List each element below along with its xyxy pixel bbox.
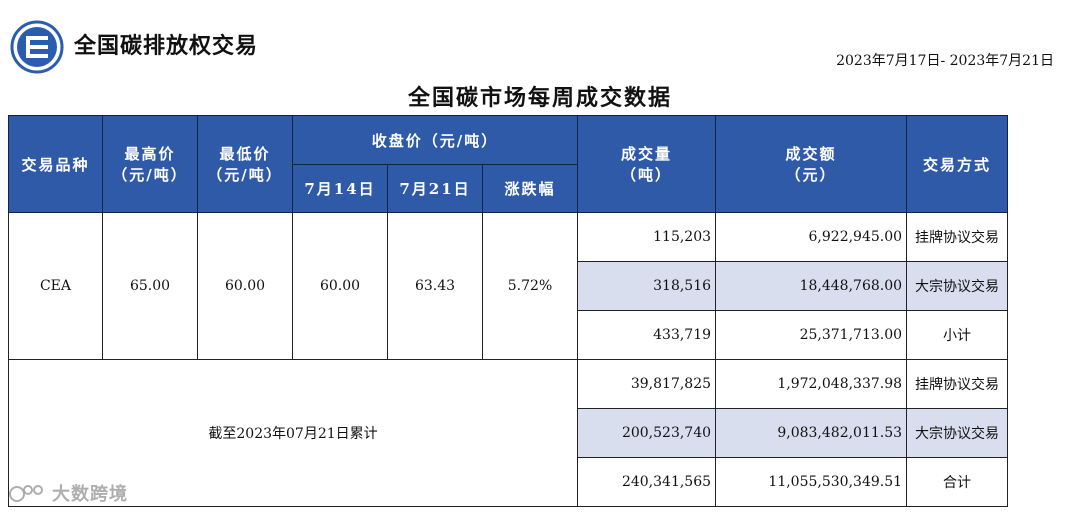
header-method: 交易方式 [906, 115, 1009, 213]
header-close-group: 收盘价（元/吨） [291, 115, 579, 165]
change-cell: 5.72% [481, 212, 579, 360]
header-amount: 成交额 （元） [715, 115, 908, 213]
exchange-logo [10, 20, 64, 74]
header-change: 涨跌幅 [481, 164, 579, 213]
header-high-line1: 最高价 [124, 145, 176, 163]
weekly-trading-table: 交易品种 最高价 （元/吨） 最低价 （元/吨） 收盘价（元/吨） 成交量 （吨… [7, 115, 1009, 507]
close-prev-cell: 60.00 [292, 212, 388, 360]
header-volume-line2: （吨） [621, 166, 673, 184]
watermark-text: 大数跨境 [52, 484, 128, 505]
method-cell: 挂牌协议交易 [906, 359, 1009, 409]
header-low: 最低价 （元/吨） [197, 115, 293, 213]
header-close-prev: 7月14日 [292, 164, 388, 213]
method-cell: 大宗协议交易 [906, 261, 1009, 311]
method-cell: 合计 [906, 457, 1009, 507]
brand-name: 全国碳排放权交易 [74, 34, 259, 59]
volume-cell: 240,341,565 [577, 457, 717, 507]
table-row: 截至2023年07月21日累计 39,817,825 1,972,048,337… [7, 359, 1009, 507]
volume-cell: 318,516 [577, 261, 717, 311]
volume-cell: 39,817,825 [577, 359, 717, 409]
header-volume-line1: 成交量 [621, 145, 673, 163]
close-curr-cell: 63.43 [387, 212, 483, 360]
amount-cell: 18,448,768.00 [715, 261, 908, 311]
page-title: 全国碳市场每周成交数据 [407, 85, 672, 111]
volume-cell: 200,523,740 [577, 408, 717, 458]
amount-cell: 6,922,945.00 [715, 212, 908, 262]
header-volume: 成交量 （吨） [577, 115, 717, 213]
amount-cell: 9,083,482,011.53 [715, 408, 908, 458]
product-cell: CEA [8, 212, 103, 360]
volume-cell: 433,719 [577, 310, 717, 360]
method-cell: 小计 [906, 310, 1009, 360]
amount-cell: 1,972,048,337.98 [715, 359, 908, 409]
header-low-line2: （元/吨） [207, 166, 283, 184]
header-amount-line2: （元） [785, 166, 837, 184]
method-cell: 大宗协议交易 [906, 408, 1009, 458]
high-price-cell: 65.00 [102, 212, 198, 360]
volume-cell: 115,203 [577, 212, 717, 262]
amount-cell: 25,371,713.00 [715, 310, 908, 360]
header-low-line1: 最低价 [219, 145, 271, 163]
amount-cell: 11,055,530,349.51 [715, 457, 908, 507]
header-amount-line1: 成交额 [785, 145, 837, 163]
header-high-line2: （元/吨） [112, 166, 188, 184]
method-cell: 挂牌协议交易 [906, 212, 1009, 262]
header-high: 最高价 （元/吨） [102, 115, 198, 213]
table-row: CEA 65.00 60.00 60.00 63.43 5.72% 115,20… [8, 212, 1009, 360]
watermark-icon [9, 485, 43, 502]
date-range: 2023年7月17日- 2023年7月21日 [836, 53, 1054, 69]
low-price-cell: 60.00 [197, 212, 293, 360]
header-close-curr: 7月21日 [387, 164, 483, 213]
header-product: 交易品种 [8, 115, 103, 213]
